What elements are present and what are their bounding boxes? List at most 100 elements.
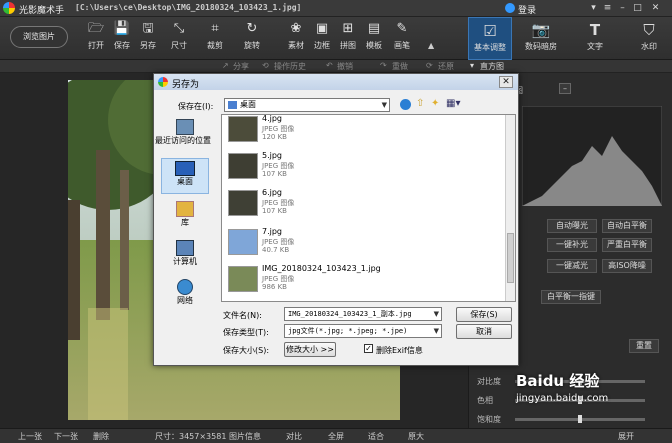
save-as-dialog: 另存为 ✕ 保存在(I): 桌面 ▼ ⇧ ✦ ▦▾ 最近访问的位置 桌面 库 计… (153, 73, 519, 366)
save-as-button[interactable]: 🖫 另存 (132, 21, 164, 57)
saturation-label: 饱和度 (477, 415, 501, 424)
share-button[interactable]: 分享 (233, 61, 249, 72)
auto-white-balance-button[interactable]: 自动白平衡 (602, 219, 652, 233)
save-button-dialog[interactable]: 保存(S) (456, 307, 512, 322)
file-item[interactable]: 5.jpg JPEG 图像 107 KB (228, 151, 498, 187)
rotate-icon: ↻ (246, 21, 258, 36)
save-in-label: 保存在(I): (178, 102, 214, 111)
main-toolbar: 浏览图片 🗁 打开 💾 保存 🖫 另存 ⤡ 尺寸 ⌗ 裁剪 ↻ 旋转 ❀ 素材 ▣ 边框 ⊞ 拼图… (0, 17, 672, 60)
file-thumbnail (228, 266, 258, 292)
chevron-down-icon: ▼ (433, 327, 439, 335)
adjust-icon: ☑ (483, 22, 497, 40)
rotate-button[interactable]: ↻ 旋转 (236, 21, 268, 57)
maximize-icon[interactable]: □ (631, 2, 644, 14)
file-thumbnail (228, 190, 258, 216)
filetype-select[interactable]: jpg文件(*.jpg; *.jpeg; *.jpe) ▼ (284, 324, 442, 338)
watermark-icon: ⛉ (643, 21, 655, 39)
file-item[interactable]: IMG_20180324_103423_1.jpg JPEG 图像 986 KB (228, 264, 498, 300)
filetype-label: 保存类型(T): (223, 328, 269, 337)
tab-watermark[interactable]: ⛉ 水印 (627, 17, 671, 60)
history-button[interactable]: 操作历史 (274, 61, 306, 72)
desktop-place-icon (175, 161, 195, 176)
one-click-fill-light-button[interactable]: 一键补光 (547, 238, 597, 252)
title-bar: 光影魔术手 [C:\Users\ce\Desktop\IMG_20180324_… (0, 0, 672, 17)
auto-exposure-button[interactable]: 自动曝光 (547, 219, 597, 233)
scrollbar-thumb[interactable] (507, 233, 514, 283)
file-item[interactable]: 7.jpg JPEG 图像 40.7 KB (228, 227, 498, 263)
cancel-button[interactable]: 取消 (456, 324, 512, 339)
resize-button[interactable]: ⤡ 尺寸 (163, 21, 195, 57)
tab-text[interactable]: T 文字 (573, 17, 617, 60)
tab-basic-adjust[interactable]: ☑ 基本调整 (468, 17, 512, 60)
fullscreen-button[interactable]: 全屏 (328, 431, 344, 442)
contrast-label: 对比度 (477, 377, 501, 386)
place-library[interactable]: 库 (161, 201, 209, 228)
delete-button[interactable]: 删除 (93, 431, 109, 442)
remove-exif-checkbox[interactable]: ✓ (364, 344, 373, 353)
menu-icon[interactable]: ≡ (601, 2, 614, 14)
login-link[interactable]: 登录 (518, 3, 536, 16)
file-item[interactable]: 6.jpg JPEG 图像 107 KB (228, 188, 498, 224)
skin-icon[interactable]: ▾ (587, 2, 600, 14)
tab-digital-darkroom[interactable]: 📷 数码暗房 (519, 17, 563, 60)
save-in-select[interactable]: 桌面 ▼ (224, 98, 390, 112)
reset-button[interactable]: 重置 (629, 339, 659, 353)
save-as-icon: 🖫 (142, 21, 154, 36)
watermark-url: jingyan.baidu.com (516, 393, 609, 404)
undo-icon: ↶ (326, 61, 333, 70)
file-list-scrollbar[interactable] (505, 115, 515, 301)
user-icon (505, 3, 515, 13)
view-menu-icon[interactable]: ▦▾ (446, 98, 460, 109)
file-thumbnail (228, 116, 258, 142)
redo-icon: ↷ (380, 61, 387, 70)
file-list[interactable]: 4.jpg JPEG 图像 120 KB 5.jpg JPEG 图像 107 K… (221, 114, 516, 302)
dialog-title-bar: 另存为 ✕ (154, 74, 518, 90)
severe-white-balance-button[interactable]: 严重白平衡 (602, 238, 652, 252)
new-folder-icon[interactable]: ✦ (431, 98, 439, 109)
brush-icon: ✎ (396, 21, 408, 36)
recent-places-icon (176, 119, 194, 135)
file-path: [C:\Users\ce\Desktop\IMG_20180324_103423… (75, 3, 302, 12)
resize-button[interactable]: 修改大小 >> (284, 342, 336, 357)
place-computer[interactable]: 计算机 (161, 240, 209, 267)
next-image-button[interactable]: 下一张 (54, 431, 78, 442)
text-icon: T (589, 21, 601, 39)
secondary-toolbar: ↗ 分享 ⟲ 操作历史 ↶ 撤销 ↷ 重做 ⟳ 还原 ▾ 直方图 (0, 60, 672, 73)
watermark-brand: Baidu 经验 (516, 372, 600, 390)
more-tools-icon[interactable]: ▲ (428, 41, 434, 50)
dialog-close-icon[interactable]: ✕ (499, 76, 513, 88)
place-recent[interactable]: 最近访问的位置 (155, 119, 211, 146)
image-info-button[interactable]: 图片信息 (229, 431, 261, 442)
app-logo-icon (3, 2, 15, 14)
histogram-collapse-button[interactable]: – (559, 83, 571, 94)
crop-icon: ⌗ (211, 21, 219, 36)
file-thumbnail (228, 153, 258, 179)
chevron-down-icon: ▼ (433, 310, 439, 318)
up-folder-icon[interactable]: ⇧ (416, 98, 424, 109)
close-icon[interactable]: ✕ (649, 2, 662, 14)
remove-exif-label: 删除Exif信息 (376, 346, 423, 355)
browse-images-button[interactable]: 浏览图片 (10, 26, 68, 48)
expand-button[interactable]: 展开 (618, 431, 634, 442)
brush-button[interactable]: ✎ 画笔 (386, 21, 418, 57)
prev-image-button[interactable]: 上一张 (18, 431, 42, 442)
histogram-toggle[interactable]: 直方图 (480, 61, 504, 72)
place-desktop[interactable]: 桌面 (161, 158, 209, 194)
redo-button[interactable]: 重做 (392, 61, 408, 72)
file-item[interactable]: 4.jpg JPEG 图像 120 KB (228, 115, 498, 150)
back-icon[interactable] (400, 99, 411, 110)
high-iso-denoise-button[interactable]: 高ISO降噪 (602, 259, 652, 273)
restore-button[interactable]: 还原 (438, 61, 454, 72)
minimize-icon[interactable]: – (616, 2, 629, 14)
place-network[interactable]: 网络 (161, 279, 209, 306)
white-balance-picker-button[interactable]: 白平衡一指键 (541, 290, 601, 304)
zoom-fit-button[interactable]: 适合 (368, 431, 384, 442)
original-size-button[interactable]: 原大 (408, 431, 424, 442)
resize-icon: ⤡ (173, 21, 185, 36)
crop-button[interactable]: ⌗ 裁剪 (199, 21, 231, 57)
undo-button[interactable]: 撤销 (337, 61, 353, 72)
compare-button[interactable]: 对比 (286, 431, 302, 442)
filename-input[interactable]: IMG_20180324_103423_1_副本.jpg ▼ (284, 307, 442, 321)
histogram-toggle-icon: ▾ (470, 61, 475, 70)
one-click-reduce-light-button[interactable]: 一键减光 (547, 259, 597, 273)
